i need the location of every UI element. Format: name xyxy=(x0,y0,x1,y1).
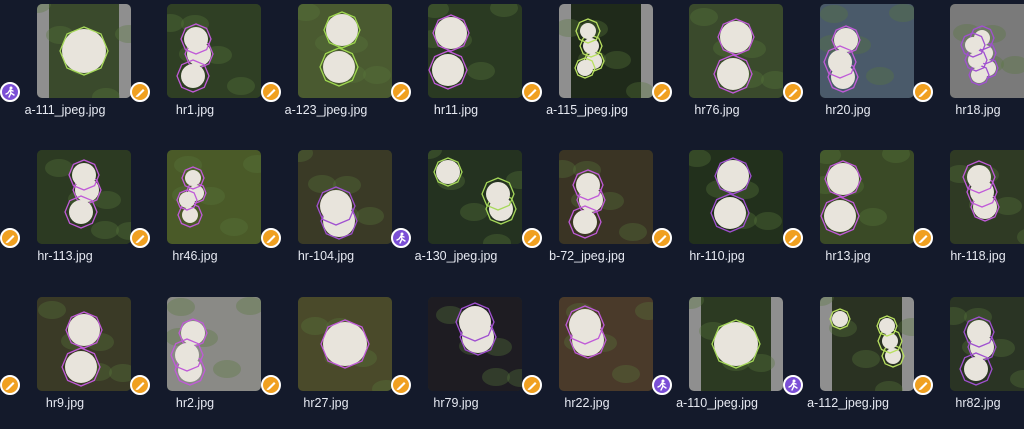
thumbnail-image[interactable] xyxy=(428,297,522,391)
brush-icon xyxy=(913,82,933,102)
gallery-item[interactable]: hr20.jpg xyxy=(783,0,914,130)
brush-icon xyxy=(261,375,281,395)
gallery-item[interactable]: hr18.jpg xyxy=(913,0,1024,130)
file-name-label: hr1.jpg xyxy=(175,103,215,117)
gallery-item[interactable]: a-111_jpeg.jpg xyxy=(0,0,131,130)
file-name-label: hr-113.jpg xyxy=(37,249,93,263)
thumbnail-image[interactable] xyxy=(820,4,914,98)
brush-icon xyxy=(130,375,150,395)
file-name-label: hr13.jpg xyxy=(825,249,871,263)
thumbnail-image[interactable] xyxy=(689,297,783,391)
file-name-label: a-110_jpeg.jpg xyxy=(676,396,758,410)
file-name-label: hr-104.jpg xyxy=(297,249,355,263)
thumbnail-image[interactable] xyxy=(950,297,1024,391)
file-name-label: a-115_jpeg.jpg xyxy=(546,103,628,117)
file-name-label: a-112_jpeg.jpg xyxy=(807,396,889,410)
gallery-item[interactable]: a-130_jpeg.jpg xyxy=(391,146,522,276)
brush-icon xyxy=(652,228,672,248)
thumbnail-image[interactable] xyxy=(820,297,914,391)
figure-icon xyxy=(783,375,803,395)
thumbnail-image[interactable] xyxy=(950,150,1024,244)
brush-icon xyxy=(261,82,281,102)
file-name-label: hr27.jpg xyxy=(303,396,349,410)
brush-icon xyxy=(0,375,20,395)
thumbnail-image[interactable] xyxy=(689,4,783,98)
file-name-label: a-111_jpeg.jpg xyxy=(24,103,106,117)
brush-icon xyxy=(783,228,803,248)
file-name-label: a-123_jpeg.jpg xyxy=(284,103,368,117)
gallery-item[interactable]: a-112_jpeg.jpg xyxy=(783,293,914,423)
brush-icon xyxy=(522,228,542,248)
gallery-item[interactable]: a-123_jpeg.jpg xyxy=(261,0,392,130)
file-name-label: hr2.jpg xyxy=(175,396,215,410)
figure-icon xyxy=(0,82,20,102)
figure-icon xyxy=(652,375,672,395)
file-name-label: b-72_jpeg.jpg xyxy=(549,249,625,263)
brush-icon xyxy=(522,82,542,102)
gallery-item[interactable]: hr13.jpg xyxy=(783,146,914,276)
brush-icon xyxy=(522,375,542,395)
thumbnail-image[interactable] xyxy=(298,150,392,244)
gallery-item[interactable]: a-115_jpeg.jpg xyxy=(522,0,653,130)
brush-icon xyxy=(0,228,20,248)
file-name-label: hr11.jpg xyxy=(433,103,479,117)
file-name-label: hr79.jpg xyxy=(433,396,479,410)
thumbnail-image[interactable] xyxy=(37,150,131,244)
brush-icon xyxy=(913,375,933,395)
thumbnail-image[interactable] xyxy=(37,297,131,391)
file-name-label: hr76.jpg xyxy=(694,103,740,117)
thumbnail-image[interactable] xyxy=(298,297,392,391)
thumbnail-image[interactable] xyxy=(37,4,131,98)
thumbnail-image[interactable] xyxy=(298,4,392,98)
brush-icon xyxy=(130,228,150,248)
thumbnail-image[interactable] xyxy=(820,150,914,244)
gallery-item[interactable]: hr-113.jpg xyxy=(0,146,131,276)
thumbnail-image[interactable] xyxy=(428,150,522,244)
brush-icon xyxy=(391,82,411,102)
brush-icon xyxy=(652,82,672,102)
thumbnail-image[interactable] xyxy=(167,297,261,391)
gallery-item[interactable]: hr-118.jpg xyxy=(913,146,1024,276)
gallery-item[interactable]: hr79.jpg xyxy=(391,293,522,423)
thumbnail-image[interactable] xyxy=(559,150,653,244)
brush-icon xyxy=(783,82,803,102)
file-name-label: hr82.jpg xyxy=(955,396,1001,410)
gallery-item[interactable]: hr2.jpg xyxy=(130,293,261,423)
image-gallery: a-111_jpeg.jpg hr1.jpg a-123_jpeg.jpg hr11.… xyxy=(0,0,1024,429)
gallery-item[interactable]: hr82.jpg xyxy=(913,293,1024,423)
gallery-item[interactable]: hr46.jpg xyxy=(130,146,261,276)
thumbnail-image[interactable] xyxy=(559,4,653,98)
gallery-item[interactable]: b-72_jpeg.jpg xyxy=(522,146,653,276)
brush-icon xyxy=(913,228,933,248)
file-name-label: hr-110.jpg xyxy=(689,249,745,263)
file-name-label: a-130_jpeg.jpg xyxy=(414,249,498,263)
file-name-label: hr18.jpg xyxy=(955,103,1001,117)
brush-icon xyxy=(261,228,281,248)
thumbnail-image[interactable] xyxy=(559,297,653,391)
gallery-item[interactable]: hr22.jpg xyxy=(522,293,653,423)
file-name-label: hr20.jpg xyxy=(825,103,871,117)
thumbnail-image[interactable] xyxy=(689,150,783,244)
file-name-label: hr22.jpg xyxy=(564,396,610,410)
gallery-item[interactable]: hr11.jpg xyxy=(391,0,522,130)
file-name-label: hr-118.jpg xyxy=(950,249,1006,263)
gallery-item[interactable]: hr-104.jpg xyxy=(261,146,392,276)
gallery-item[interactable]: hr1.jpg xyxy=(130,0,261,130)
figure-icon xyxy=(391,228,411,248)
thumbnail-image[interactable] xyxy=(428,4,522,98)
file-name-label: hr46.jpg xyxy=(172,249,218,263)
thumbnail-image[interactable] xyxy=(167,4,261,98)
thumbnail-image[interactable] xyxy=(950,4,1024,98)
gallery-item[interactable]: hr-110.jpg xyxy=(652,146,783,276)
gallery-item[interactable]: hr27.jpg xyxy=(261,293,392,423)
gallery-item[interactable]: hr9.jpg xyxy=(0,293,131,423)
gallery-item[interactable]: a-110_jpeg.jpg xyxy=(652,293,783,423)
thumbnail-image[interactable] xyxy=(167,150,261,244)
brush-icon xyxy=(391,375,411,395)
file-name-label: hr9.jpg xyxy=(45,396,85,410)
gallery-item[interactable]: hr76.jpg xyxy=(652,0,783,130)
brush-icon xyxy=(130,82,150,102)
